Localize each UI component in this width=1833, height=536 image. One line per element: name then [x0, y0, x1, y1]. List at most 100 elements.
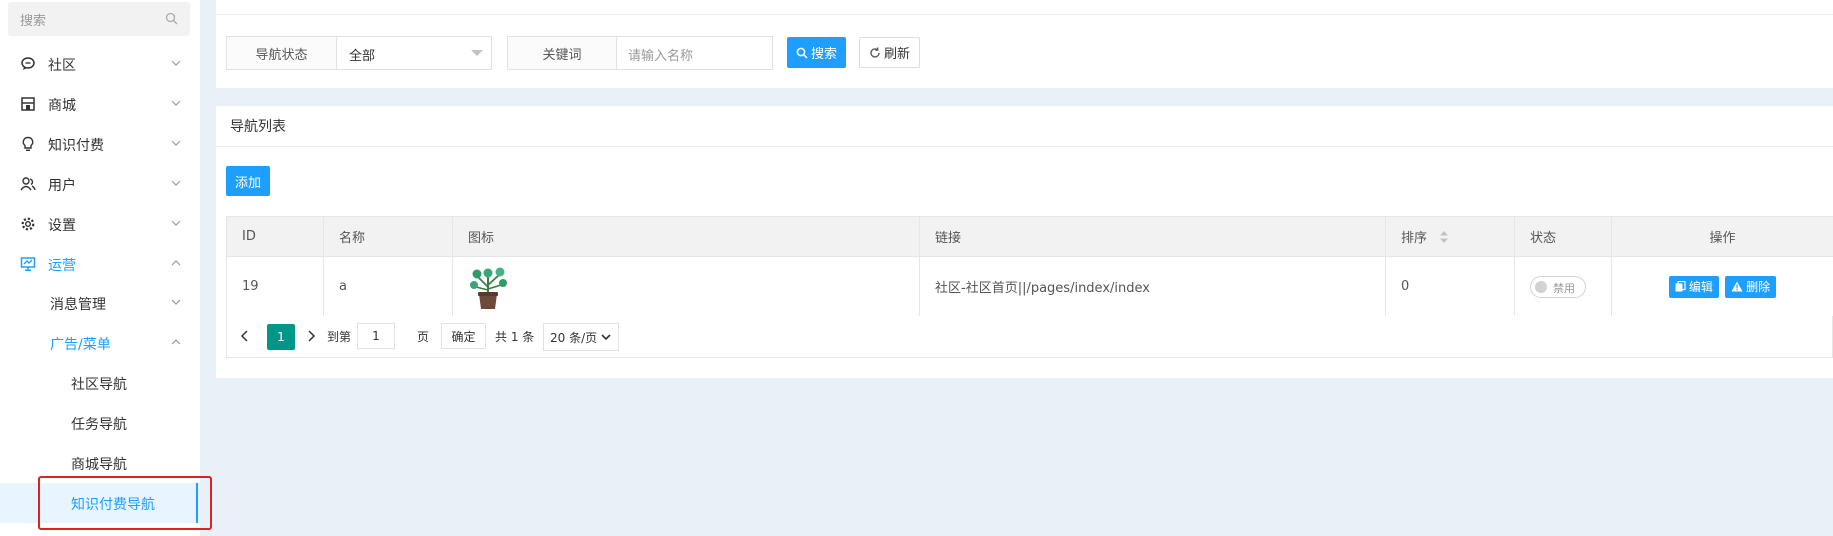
cell-sort: 0 — [1385, 256, 1515, 317]
sort-icon[interactable] — [1439, 230, 1449, 244]
sidebar-item-label: 商城 — [48, 98, 76, 114]
cell-link: 社区-社区首页||/pages/index/index — [919, 256, 1386, 317]
sidebar-item-label: 用户 — [48, 178, 76, 194]
goto-page-input[interactable]: 1 — [357, 323, 395, 349]
column-header-sort[interactable]: 排序 — [1385, 216, 1515, 257]
sidebar-item-label: 设置 — [48, 218, 76, 234]
cell-icon — [452, 256, 920, 317]
search-icon — [796, 47, 808, 59]
table-row: 19 a 社区-社区首页||/pages/index/index 0 禁用 编辑… — [226, 256, 1833, 317]
sidebar-item-mall[interactable]: 商城 — [0, 86, 200, 122]
column-header-status: 状态 — [1514, 216, 1612, 257]
sidebar-leaf-task-nav[interactable]: 任务导航 — [0, 405, 200, 441]
sidebar-search-placeholder: 搜索 — [20, 14, 47, 29]
delete-button-label: 删除 — [1746, 280, 1771, 294]
sidebar: 搜索 社区 商城 知识付费 用户 设置 运营 消息管理 广告/菜单 社区导航 任… — [0, 0, 212, 536]
column-header-icon: 图标 — [452, 216, 920, 257]
nav-status-select[interactable]: 导航状态 全部 — [226, 36, 492, 70]
next-page-icon[interactable] — [303, 328, 319, 344]
search-button-label: 搜索 — [810, 47, 837, 62]
cell-status: 禁用 — [1514, 256, 1612, 317]
chevron-down-icon — [171, 220, 181, 226]
toggle-knob — [1535, 280, 1547, 293]
search-icon — [165, 12, 178, 25]
chevron-down-icon — [171, 299, 181, 305]
goto-prefix: 到第 — [327, 330, 352, 344]
sidebar-item-label: 社区 — [48, 58, 76, 74]
store-icon — [21, 97, 35, 111]
divider — [216, 14, 1833, 15]
chevron-down-icon — [171, 180, 181, 186]
sidebar-item-label: 知识付费 — [48, 138, 104, 154]
current-page[interactable]: 1 — [267, 324, 295, 350]
chevron-down-icon — [171, 140, 181, 146]
sidebar-leaf-label: 社区导航 — [71, 377, 127, 393]
cell-actions: 编辑 删除 — [1611, 256, 1833, 317]
chevron-up-icon — [171, 260, 181, 266]
sidebar-leaf-label: 任务导航 — [71, 417, 127, 433]
sidebar-item-knowledge[interactable]: 知识付费 — [0, 126, 200, 162]
divider — [216, 146, 1833, 147]
delete-button[interactable]: 删除 — [1725, 275, 1777, 298]
sidebar-search-input[interactable]: 搜索 — [8, 2, 190, 36]
edit-button[interactable]: 编辑 — [1668, 275, 1719, 298]
pagination: 1 到第 1 页 确定 共 1 条 20 条/页 — [226, 316, 1833, 358]
search-button[interactable]: 搜索 — [787, 37, 846, 68]
filter-panel: 导航状态 全部 关键词 请输入名称 搜索 刷新 — [216, 0, 1833, 88]
goto-confirm-button[interactable]: 确定 — [441, 323, 486, 349]
column-header-link: 链接 — [919, 216, 1386, 257]
sidebar-item-operations[interactable]: 运营 — [0, 246, 200, 282]
refresh-button[interactable]: 刷新 — [859, 37, 920, 68]
potted-plant-icon — [470, 267, 507, 309]
sidebar-subitem-label: 广告/菜单 — [50, 337, 111, 353]
edit-button-label: 编辑 — [1688, 280, 1713, 294]
gear-icon — [21, 217, 35, 231]
warning-icon — [1731, 281, 1743, 292]
refresh-icon — [870, 46, 880, 58]
nav-status-label: 导航状态 — [227, 37, 337, 69]
sidebar-subitem-messages[interactable]: 消息管理 — [0, 285, 200, 321]
list-panel: 导航列表 添加 ID 名称 图标 链接 排序 状态 操作 19 a 社区-社区首… — [216, 106, 1833, 378]
column-header-id: ID — [226, 216, 324, 257]
keyword-placeholder: 请输入名称 — [628, 49, 694, 64]
chevron-down-icon — [171, 100, 181, 106]
table-header-row: ID 名称 图标 链接 排序 状态 操作 — [226, 216, 1833, 257]
chevron-down-icon — [171, 60, 181, 66]
cell-id: 19 — [226, 256, 324, 317]
sidebar-leaf-label: 商城导航 — [71, 457, 127, 473]
page-size-value: 20 条/页 — [550, 330, 598, 345]
sidebar-subitem-label: 消息管理 — [50, 297, 106, 313]
keyword-label: 关键词 — [508, 37, 617, 69]
chat-bubble-icon — [21, 57, 35, 70]
nav-table: ID 名称 图标 链接 排序 状态 操作 19 a 社区-社区首页||/page… — [226, 216, 1833, 317]
sidebar-subitem-ads-menu[interactable]: 广告/菜单 — [0, 325, 200, 361]
add-button-label: 添加 — [234, 175, 261, 191]
nav-status-value: 全部 — [349, 49, 376, 64]
highlight-annotation — [38, 476, 212, 530]
sidebar-leaf-community-nav[interactable]: 社区导航 — [0, 365, 200, 401]
caret-down-icon — [471, 50, 483, 56]
copy-icon — [1675, 281, 1686, 292]
sidebar-item-users[interactable]: 用户 — [0, 166, 200, 202]
status-toggle-label: 禁用 — [1553, 281, 1575, 295]
sidebar-item-label: 运营 — [48, 258, 76, 274]
column-header-sort-label: 排序 — [1401, 231, 1428, 246]
add-button[interactable]: 添加 — [226, 166, 270, 196]
keyword-field[interactable]: 关键词 请输入名称 — [507, 36, 773, 70]
sidebar-item-community[interactable]: 社区 — [0, 46, 200, 82]
chevron-down-icon — [601, 334, 611, 341]
column-header-actions: 操作 — [1611, 216, 1833, 257]
goto-suffix: 页 — [417, 330, 430, 344]
prev-page-icon[interactable] — [237, 328, 253, 344]
sidebar-item-settings[interactable]: 设置 — [0, 206, 200, 242]
dashboard-icon — [20, 257, 36, 272]
refresh-button-label: 刷新 — [883, 47, 910, 62]
users-icon — [20, 177, 36, 191]
chevron-up-icon — [171, 339, 181, 345]
lightbulb-icon — [22, 136, 34, 152]
total-count: 共 1 条 — [495, 330, 535, 344]
status-toggle[interactable]: 禁用 — [1530, 275, 1586, 298]
list-title: 导航列表 — [230, 119, 286, 135]
cell-name: a — [323, 256, 453, 317]
page-size-select[interactable]: 20 条/页 — [543, 323, 619, 351]
